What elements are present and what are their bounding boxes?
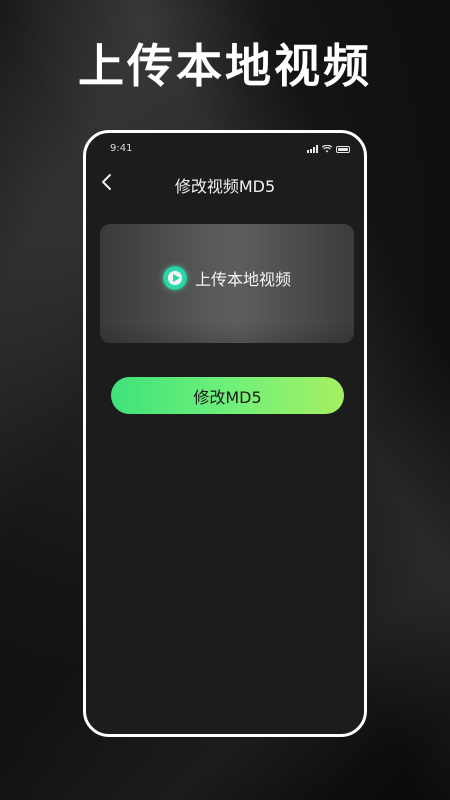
- modify-md5-button[interactable]: 修改MD5: [111, 377, 344, 414]
- page-title: 修改视频MD5: [174, 177, 276, 196]
- upload-video-label: 上传本地视频: [194, 270, 291, 289]
- signal-icon: [307, 145, 318, 153]
- play-icon: [162, 266, 187, 290]
- status-time: 9:41: [110, 143, 133, 154]
- promo-headline: 上传本地视频: [78, 39, 372, 93]
- upload-video-content: 上传本地视频: [100, 266, 354, 290]
- status-icons: [307, 145, 350, 153]
- status-bar: 9:41: [86, 133, 364, 161]
- nav-bar: 修改视频MD5: [86, 167, 364, 197]
- phone-frame: 9:41 修改视频MD5 上传本地视频 修改MD5: [83, 130, 367, 737]
- wifi-icon: [322, 145, 332, 153]
- upload-video-card[interactable]: 上传本地视频: [100, 224, 354, 343]
- battery-icon: [336, 146, 350, 153]
